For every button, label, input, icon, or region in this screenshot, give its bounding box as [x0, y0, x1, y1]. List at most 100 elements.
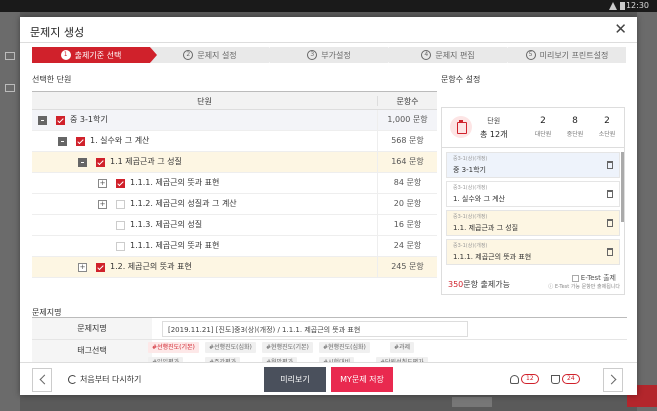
expand-icon[interactable]: + — [78, 263, 87, 272]
table-row[interactable]: + 1.1.2. 제곱근의 성질과 그 계산 20 문항 — [32, 194, 437, 215]
selected-units-title: 선택한 단원 — [32, 75, 72, 84]
cart-counter[interactable]: 24 — [551, 374, 580, 384]
stat-label: 소단원 — [598, 131, 616, 138]
step-4[interactable]: 4 문제지 편집 — [389, 47, 514, 63]
unit-count: 84 문항 — [377, 173, 437, 193]
signal-icon — [609, 2, 617, 10]
etest-label: E-Test 출제 — [580, 274, 616, 282]
status-bar: 12:30 — [0, 0, 657, 12]
status-time: 12:30 — [625, 1, 649, 10]
cart-count-badge: 24 — [562, 374, 580, 384]
unit-checkbox[interactable] — [56, 116, 65, 125]
step-2[interactable]: 2 문제지 설정 — [151, 47, 276, 63]
cart-icon — [551, 374, 560, 384]
etest-toggle[interactable]: E-Test 출제 — [571, 273, 616, 283]
stat-label: 중단원 — [566, 131, 584, 138]
trash-icon[interactable] — [607, 219, 613, 227]
unit-checkbox[interactable] — [116, 221, 125, 230]
trash-icon[interactable] — [607, 190, 613, 198]
collapse-icon[interactable] — [78, 158, 87, 167]
etest-checkbox[interactable] — [571, 274, 579, 282]
step-number: 3 — [307, 50, 318, 60]
tag-chip[interactable]: #현행진도(기본) — [262, 342, 313, 353]
reset-button[interactable]: 처음부터 다시하기 — [68, 374, 141, 385]
step-number: 1 — [60, 50, 71, 60]
modal-title: 문제지 생성 — [30, 26, 85, 39]
trash-icon[interactable] — [607, 248, 613, 256]
tag-chip[interactable]: #과제 — [390, 342, 415, 353]
next-button[interactable] — [603, 368, 623, 392]
trash-icon[interactable] — [607, 161, 613, 169]
save-button[interactable]: MY문제 저장 — [331, 367, 393, 392]
unit-checkbox[interactable] — [96, 263, 105, 272]
unit-checkbox[interactable] — [116, 179, 125, 188]
unit-checkbox[interactable] — [116, 200, 125, 209]
available-number: 350 — [448, 280, 464, 289]
table-row[interactable]: + 1.1.1. 제곱근의 뜻과 표현 84 문항 — [32, 173, 437, 194]
unit-checkbox[interactable] — [96, 158, 105, 167]
exam-name-input[interactable]: [2019.11.21] [진도]중3(상)(개정) / 1.1.1. 제곱근의… — [162, 321, 468, 337]
col-count-header: 문항수 — [377, 96, 437, 106]
item-title: 1.1. 제곱근과 그 성질 — [453, 224, 519, 232]
count-footer: 350문항 출제가능 E-Test 출제 ⓘ E-Test 가능 문항만 출제됩… — [448, 273, 620, 295]
table-row[interactable]: 1.1.1. 제곱근의 뜻과 표현 24 문항 — [32, 236, 437, 257]
expand-icon[interactable]: + — [98, 200, 107, 209]
table-row[interactable]: 1.1 제곱근과 그 성질 164 문항 — [32, 152, 437, 173]
background-right — [637, 12, 657, 411]
expand-icon[interactable]: + — [98, 179, 107, 188]
step-1[interactable]: 1 출제기준 선택 — [32, 47, 157, 63]
people-counter[interactable]: 12 — [510, 374, 539, 384]
preview-button[interactable]: 미리보기 — [264, 367, 326, 392]
available-count: 350문항 출제가능 — [448, 279, 510, 290]
list-item[interactable]: 중3-1(상)(개정) 1.1. 제곱근과 그 성질 — [446, 210, 620, 236]
step-number: 2 — [183, 50, 194, 60]
step-number: 5 — [525, 50, 536, 60]
chevron-right-icon — [606, 374, 617, 385]
tag-chip[interactable]: #현행진도(심화) — [319, 342, 370, 353]
unit-name: 1.1.1. 제곱근의 뜻과 표현 — [130, 241, 220, 250]
list-scrollbar[interactable] — [621, 152, 624, 222]
etest-note: ⓘ E-Test 가능 문항만 출제됩니다 — [548, 283, 620, 290]
unit-name: 1.2. 제곱근의 뜻과 표현 — [110, 262, 192, 271]
create-exam-modal: 문제지 생성 ✕ 1 출제기준 선택 2 문제지 설정 3 부가설정 4 문제지 편집 … — [20, 17, 637, 395]
refresh-icon — [68, 375, 77, 384]
unit-count: 1,000 문항 — [377, 110, 437, 130]
tag-chip[interactable]: #선행진도(심화) — [205, 342, 256, 353]
close-icon[interactable]: ✕ — [614, 22, 627, 37]
unit-checkbox[interactable] — [116, 242, 125, 251]
unit-count: 164 문항 — [377, 152, 437, 172]
count-summary: 단원 총 12개 2 대단원 8 중단원 2 소단원 — [442, 108, 624, 148]
step-label: 미리보기 프린트설정 — [539, 50, 609, 60]
collapse-icon[interactable] — [38, 116, 47, 125]
clipboard-icon — [450, 116, 472, 138]
background-sidebar — [0, 12, 20, 411]
unit-checkbox[interactable] — [76, 137, 85, 146]
menu-icon — [5, 84, 15, 92]
unit-count: 245 문항 — [377, 257, 437, 277]
table-row[interactable]: + 1.2. 제곱근의 뜻과 표현 245 문항 — [32, 257, 437, 278]
etest-note-text: E-Test 가능 문항만 출제됩니다 — [554, 284, 620, 290]
unit-name: 1. 실수와 그 계산 — [90, 136, 150, 145]
selected-unit-list: 중3-1(상)(개정) 중 3-1학기 중3-1(상)(개정) 1. 실수와 그… — [446, 152, 620, 269]
unit-count: 24 문항 — [377, 236, 437, 256]
prev-button[interactable] — [32, 368, 52, 392]
info-icon: ⓘ — [548, 284, 555, 290]
table-row[interactable]: 1.1.3. 제곱근의 성질 16 문항 — [32, 215, 437, 236]
table-header: 단원 문항수 — [32, 92, 437, 110]
tag-chip[interactable]: #선행진도(기본) — [148, 342, 199, 353]
people-count-badge: 12 — [521, 374, 539, 384]
tag-row: 태그선택 #선행진도(기본) #선행진도(심화) #현행진도(기본) #현행진도… — [32, 340, 627, 368]
list-item[interactable]: 중3-1(상)(개정) 중 3-1학기 — [446, 152, 620, 178]
step-3[interactable]: 3 부가설정 — [270, 47, 395, 63]
item-title: 1. 실수와 그 계산 — [453, 195, 505, 203]
step-5[interactable]: 5 미리보기 프린트설정 — [508, 47, 626, 63]
table-row[interactable]: 중 3-1학기 1,000 문항 — [32, 110, 437, 131]
unit-table: 단원 문항수 중 3-1학기 1,000 문항 1. 실수와 그 계산 568 … — [32, 91, 437, 299]
collapse-icon[interactable] — [58, 137, 67, 146]
unit-name: 1.1 제곱근과 그 성질 — [110, 157, 182, 166]
item-title: 1.1.1. 제곱근의 뜻과 표현 — [453, 253, 532, 261]
item-subject: 중3-1(상)(개정) — [453, 156, 488, 162]
table-row[interactable]: 1. 실수와 그 계산 568 문항 — [32, 131, 437, 152]
list-item[interactable]: 중3-1(상)(개정) 1.1.1. 제곱근의 뜻과 표현 — [446, 239, 620, 265]
list-item[interactable]: 중3-1(상)(개정) 1. 실수와 그 계산 — [446, 181, 620, 207]
